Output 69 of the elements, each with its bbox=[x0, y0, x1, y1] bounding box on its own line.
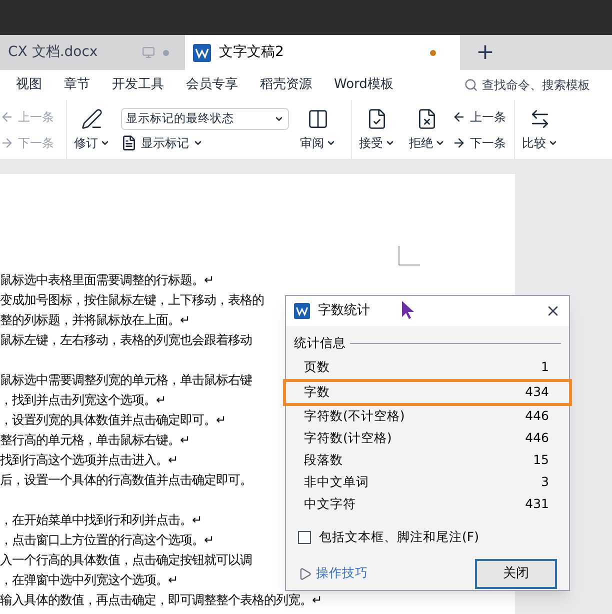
document-line: ，点击窗口上方位置的行高这个选项。↵ bbox=[0, 533, 214, 547]
stat-label: 页数 bbox=[304, 358, 330, 376]
page-corner-mark bbox=[398, 246, 420, 266]
section-heading: 统计信息 bbox=[294, 334, 346, 352]
menu-tab[interactable]: 会员专享 bbox=[186, 75, 238, 95]
document-tab[interactable]: CX 文档.docx bbox=[0, 35, 185, 70]
document-line: 整行高的单元格，单击鼠标右键。↵ bbox=[0, 433, 190, 447]
document-line: 鼠标左键，左右移动，表格的列宽也会跟着移动 bbox=[0, 333, 252, 347]
app-logo-icon bbox=[294, 303, 310, 319]
reject-button[interactable]: 拒绝 bbox=[402, 108, 452, 152]
dialog-title: 字数统计 bbox=[318, 302, 370, 320]
search-icon bbox=[464, 78, 478, 92]
compare-button[interactable]: 比较 bbox=[515, 108, 565, 152]
stat-value: 434 bbox=[525, 382, 549, 401]
menu-tab[interactable]: 稻壳资源 bbox=[260, 75, 312, 95]
stat-value: 446 bbox=[525, 429, 549, 448]
close-button[interactable]: 关闭 bbox=[475, 558, 557, 588]
app-logo-icon bbox=[193, 44, 211, 62]
track-changes-button[interactable]: 修订 bbox=[67, 108, 117, 152]
stat-label: 字符数(不计空格) bbox=[304, 407, 405, 426]
document-line: ，在开始菜单中找到行和列并点击。↵ bbox=[0, 513, 202, 527]
include-textbox-checkbox[interactable]: 包括文本框、脚注和尾注(F) bbox=[286, 528, 569, 546]
document-line: 找到行高这个选项并点击进入。↵ bbox=[0, 453, 178, 467]
document-line: 入一个行高的具体数值，点击确定按钮就可以调 bbox=[0, 553, 252, 567]
stat-label: 非中文单词 bbox=[304, 473, 369, 492]
document-tab[interactable]: 文字文稿2 bbox=[185, 35, 460, 70]
document-line: ，设置列宽的具体数值并点击确定即可。↵ bbox=[0, 413, 226, 427]
document-x-icon bbox=[416, 108, 438, 130]
compare-icon bbox=[529, 108, 551, 130]
document-line: 输入具体的数值，再点击确定，即可调整整个表格的列宽。↵ bbox=[0, 593, 322, 607]
tab-title: 文字文稿2 bbox=[219, 43, 284, 62]
stat-label: 段落数 bbox=[304, 451, 343, 470]
document-line: 整的列标题，并将鼠标放在上面。↵ bbox=[0, 313, 190, 327]
monitor-icon bbox=[142, 46, 155, 59]
accept-button[interactable]: 接受 bbox=[352, 108, 402, 152]
stat-value: 446 bbox=[525, 407, 549, 426]
document-line: ，找到并点击列宽这个选项。↵ bbox=[0, 393, 166, 407]
document-line: 鼠标选中需要调整列宽的单元格，单击鼠标右键 bbox=[0, 373, 252, 387]
new-tab-button[interactable]: + bbox=[460, 35, 510, 70]
document-line: ，在弹窗中选中列宽这个选项。↵ bbox=[0, 573, 178, 587]
stat-value: 3 bbox=[541, 473, 549, 492]
menu-tab[interactable]: Word模板 bbox=[334, 75, 394, 95]
document-icon bbox=[121, 134, 137, 150]
stat-value: 1 bbox=[541, 358, 549, 376]
document-line: 鼠标选中表格里面需要调整的行标题。↵ bbox=[0, 273, 214, 287]
search-field[interactable]: 查找命令、搜索模板 bbox=[464, 76, 608, 94]
menu-tab[interactable]: 视图 bbox=[16, 75, 42, 95]
document-line: 后，设置一个具体的行高数值并点击确定即可。 bbox=[0, 473, 252, 487]
mouse-cursor-icon bbox=[401, 300, 415, 320]
tab-title: CX 文档.docx bbox=[8, 43, 98, 62]
document-line: 变成加号图标，按住鼠标左键，上下移动，表格的 bbox=[0, 293, 264, 307]
tips-link[interactable]: 操作技巧 bbox=[298, 564, 368, 583]
previous-button[interactable]: 上一条 bbox=[452, 108, 506, 126]
arrow-left-icon bbox=[0, 110, 14, 124]
play-icon bbox=[298, 566, 312, 580]
show-markup-button[interactable]: 显示标记 bbox=[121, 134, 289, 152]
review-pane-button[interactable]: 审阅 bbox=[293, 108, 343, 152]
stat-value: 15 bbox=[533, 451, 549, 470]
stat-label: 中文字符 bbox=[304, 495, 356, 514]
stat-label: 字符数(计空格) bbox=[304, 429, 392, 448]
markup-select[interactable]: 显示标记的最终状态 bbox=[121, 108, 289, 130]
document-check-icon bbox=[366, 108, 388, 130]
menu-tab[interactable]: 章节 bbox=[64, 75, 90, 95]
pen-icon bbox=[81, 108, 103, 130]
panel-icon bbox=[307, 108, 329, 130]
stat-label: 字数 bbox=[304, 382, 330, 401]
stat-value: 431 bbox=[525, 495, 549, 514]
menu-tab[interactable]: 开发工具 bbox=[112, 75, 164, 95]
next-button[interactable]: 下一条 bbox=[452, 134, 506, 152]
